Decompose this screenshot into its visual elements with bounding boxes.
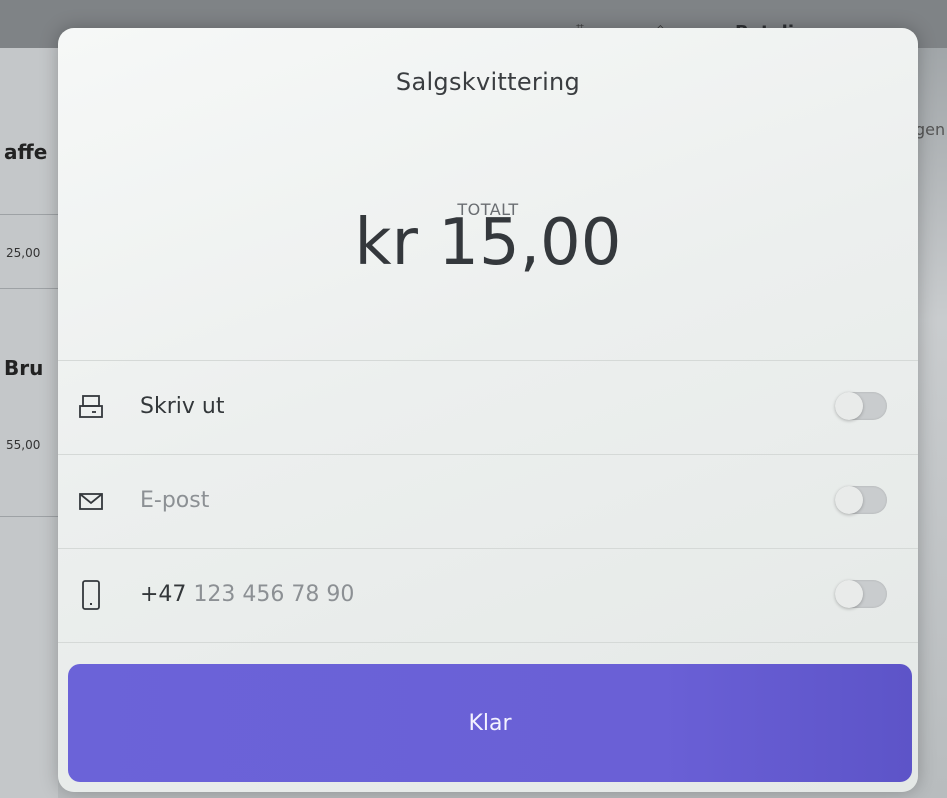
phone-placeholder: 123 456 78 90	[193, 582, 355, 607]
toggle-knob	[835, 486, 863, 514]
done-button[interactable]: Klar	[68, 664, 912, 782]
receipt-modal: Salgskvittering TOTALT kr 15,00 Skriv ut…	[58, 28, 918, 792]
email-toggle[interactable]	[835, 486, 887, 514]
background-right-text: gen	[915, 120, 946, 139]
option-row-email[interactable]: E-post	[58, 456, 918, 548]
option-row-sms[interactable]: +47 123 456 78 90	[58, 550, 918, 642]
modal-title: Salgskvittering	[395, 68, 581, 96]
background-divider	[0, 288, 58, 289]
option-row-print[interactable]: Skriv ut	[58, 362, 918, 454]
background-divider	[0, 214, 58, 215]
email-placeholder: E-post	[140, 488, 210, 513]
background-product-title: affe	[4, 140, 48, 164]
background-product-title: Bru	[4, 356, 44, 380]
toggle-knob	[835, 392, 863, 420]
background-product-price: 25,00	[6, 246, 41, 260]
divider	[58, 454, 918, 455]
option-label-print: Skriv ut	[140, 394, 225, 419]
divider	[58, 548, 918, 549]
background-product-list: affe 25,00 Bru 55,00	[0, 48, 58, 798]
print-toggle[interactable]	[835, 392, 887, 420]
background-divider	[0, 516, 58, 517]
printer-icon	[78, 390, 104, 424]
phone-icon	[78, 578, 104, 612]
email-field[interactable]: E-post	[140, 488, 209, 513]
background-product-price: 55,00	[6, 438, 41, 452]
sms-toggle[interactable]	[835, 580, 887, 608]
toggle-knob	[835, 580, 863, 608]
mail-icon	[78, 484, 104, 518]
phone-country-code: +47	[140, 582, 187, 607]
divider	[58, 642, 918, 643]
divider	[58, 360, 918, 361]
total-amount: kr 15,00	[354, 206, 622, 280]
phone-field[interactable]: +47 123 456 78 90	[140, 582, 354, 607]
